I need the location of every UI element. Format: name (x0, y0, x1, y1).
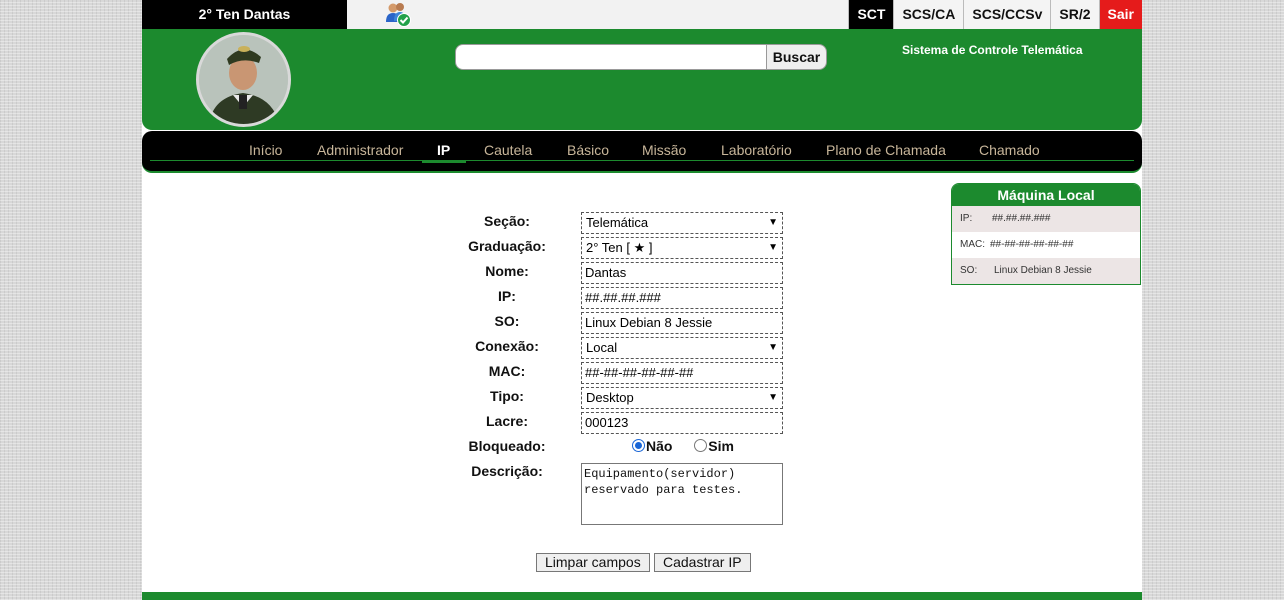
system-link-sr2[interactable]: SR/2 (1050, 0, 1099, 29)
graduacao-value: 2° Ten [ ★ ] (586, 240, 653, 255)
bloqueado-label: Bloqueado: (468, 438, 546, 454)
search-button[interactable]: Buscar (766, 44, 827, 70)
chevron-down-icon: ▼ (768, 392, 778, 403)
top-bar: 2° Ten Dantas SCT SCS/CA SCS/CCSv SR/2 S… (142, 0, 1142, 29)
system-links: SCT SCS/CA SCS/CCSv SR/2 Sair (848, 0, 1142, 29)
local-machine-ip-value: ##.##.##.### (992, 213, 1051, 224)
nav-item-ip[interactable]: IP (437, 142, 450, 158)
nav-item-laboratorio[interactable]: Laboratório (721, 142, 792, 158)
nav-item-cautela[interactable]: Cautela (484, 142, 532, 158)
nav-item-basico[interactable]: Básico (567, 142, 609, 158)
graduacao-label: Graduação: (468, 238, 546, 254)
conexao-value: Local (586, 340, 618, 355)
chevron-down-icon: ▼ (768, 217, 778, 228)
chevron-down-icon: ▼ (768, 342, 778, 353)
system-link-scs-ca[interactable]: SCS/CA (893, 0, 964, 29)
local-machine-so-value: Linux Debian 8 Jessie (994, 265, 1092, 276)
graduacao-select[interactable]: 2° Ten [ ★ ] ▼ (581, 237, 783, 259)
local-machine-panel: Máquina Local IP: ##.##.##.### MAC: ##-#… (951, 183, 1141, 285)
register-ip-button[interactable]: Cadastrar IP (654, 553, 751, 572)
search-input[interactable] (455, 44, 767, 70)
mac-input[interactable]: ##-##-##-##-##-## (581, 362, 783, 384)
tipo-value: Desktop (586, 390, 634, 405)
nav-item-chamado[interactable]: Chamado (979, 142, 1040, 158)
mac-label: MAC: (488, 363, 526, 379)
tipo-select[interactable]: Desktop ▼ (581, 387, 783, 409)
secao-value: Telemática (586, 215, 649, 230)
conexao-select[interactable]: Local ▼ (581, 337, 783, 359)
nav-items: Início Administrador IP Cautela Básico M… (142, 131, 1142, 173)
descricao-label: Descrição: (471, 463, 543, 479)
system-title: Sistema de Controle Telemática (902, 43, 1083, 57)
lacre-label: Lacre: (485, 413, 529, 429)
main-nav: Início Administrador IP Cautela Básico M… (142, 131, 1142, 173)
nav-item-inicio[interactable]: Início (249, 142, 282, 158)
nav-item-plano-de-chamada[interactable]: Plano de Chamada (826, 142, 946, 158)
avatar (196, 32, 291, 127)
descricao-textarea[interactable]: Equipamento(servidor) reservado para tes… (581, 463, 783, 525)
lacre-input[interactable]: 000123 (581, 412, 783, 434)
conexao-label: Conexão: (475, 338, 539, 354)
page: 2° Ten Dantas SCT SCS/CA SCS/CCSv SR/2 S… (142, 0, 1142, 600)
ip-label: IP: (498, 288, 516, 304)
clear-fields-button[interactable]: Limpar campos (536, 553, 650, 572)
local-machine-title: Máquina Local (952, 184, 1140, 206)
local-machine-so-row: SO: Linux Debian 8 Jessie (952, 258, 1140, 284)
bloqueado-no-radio[interactable] (632, 439, 645, 452)
bloqueado-yes-label: Sim (708, 438, 734, 454)
chevron-down-icon: ▼ (768, 242, 778, 253)
tipo-label: Tipo: (490, 388, 524, 404)
nav-item-missao[interactable]: Missão (642, 142, 686, 158)
local-machine-mac-key: MAC: (960, 239, 985, 250)
system-link-sct[interactable]: SCT (848, 0, 894, 29)
local-machine-mac-value: ##-##-##-##-##-## (990, 239, 1074, 250)
bloqueado-no-label: Não (646, 438, 673, 454)
bloqueado-yes-radio[interactable] (694, 439, 708, 452)
nome-input[interactable]: Dantas (581, 262, 783, 284)
user-name: 2° Ten Dantas (142, 0, 347, 29)
footer-bar (142, 592, 1142, 600)
local-machine-ip-key: IP: (960, 213, 973, 224)
logout-button[interactable]: Sair (1098, 0, 1142, 29)
so-input[interactable]: Linux Debian 8 Jessie (581, 312, 783, 334)
local-machine-ip-row: IP: ##.##.##.### (952, 206, 1140, 232)
bloqueado-radio-group: Não Sim (632, 438, 734, 454)
ip-input[interactable]: ##.##.##.### (581, 287, 783, 309)
nav-item-administrador[interactable]: Administrador (317, 142, 403, 158)
nome-label: Nome: (485, 263, 529, 279)
local-machine-so-key: SO: (960, 265, 978, 276)
secao-label: Seção: (484, 213, 530, 229)
local-machine-mac-row: MAC: ##-##-##-##-##-## (952, 232, 1140, 258)
secao-select[interactable]: Telemática ▼ (581, 212, 783, 234)
system-link-scs-ccsv[interactable]: SCS/CCSv (963, 0, 1051, 29)
users-check-icon[interactable] (384, 2, 412, 28)
so-label: SO: (494, 313, 520, 329)
header: Buscar Sistema de Controle Telemática (142, 29, 1142, 130)
